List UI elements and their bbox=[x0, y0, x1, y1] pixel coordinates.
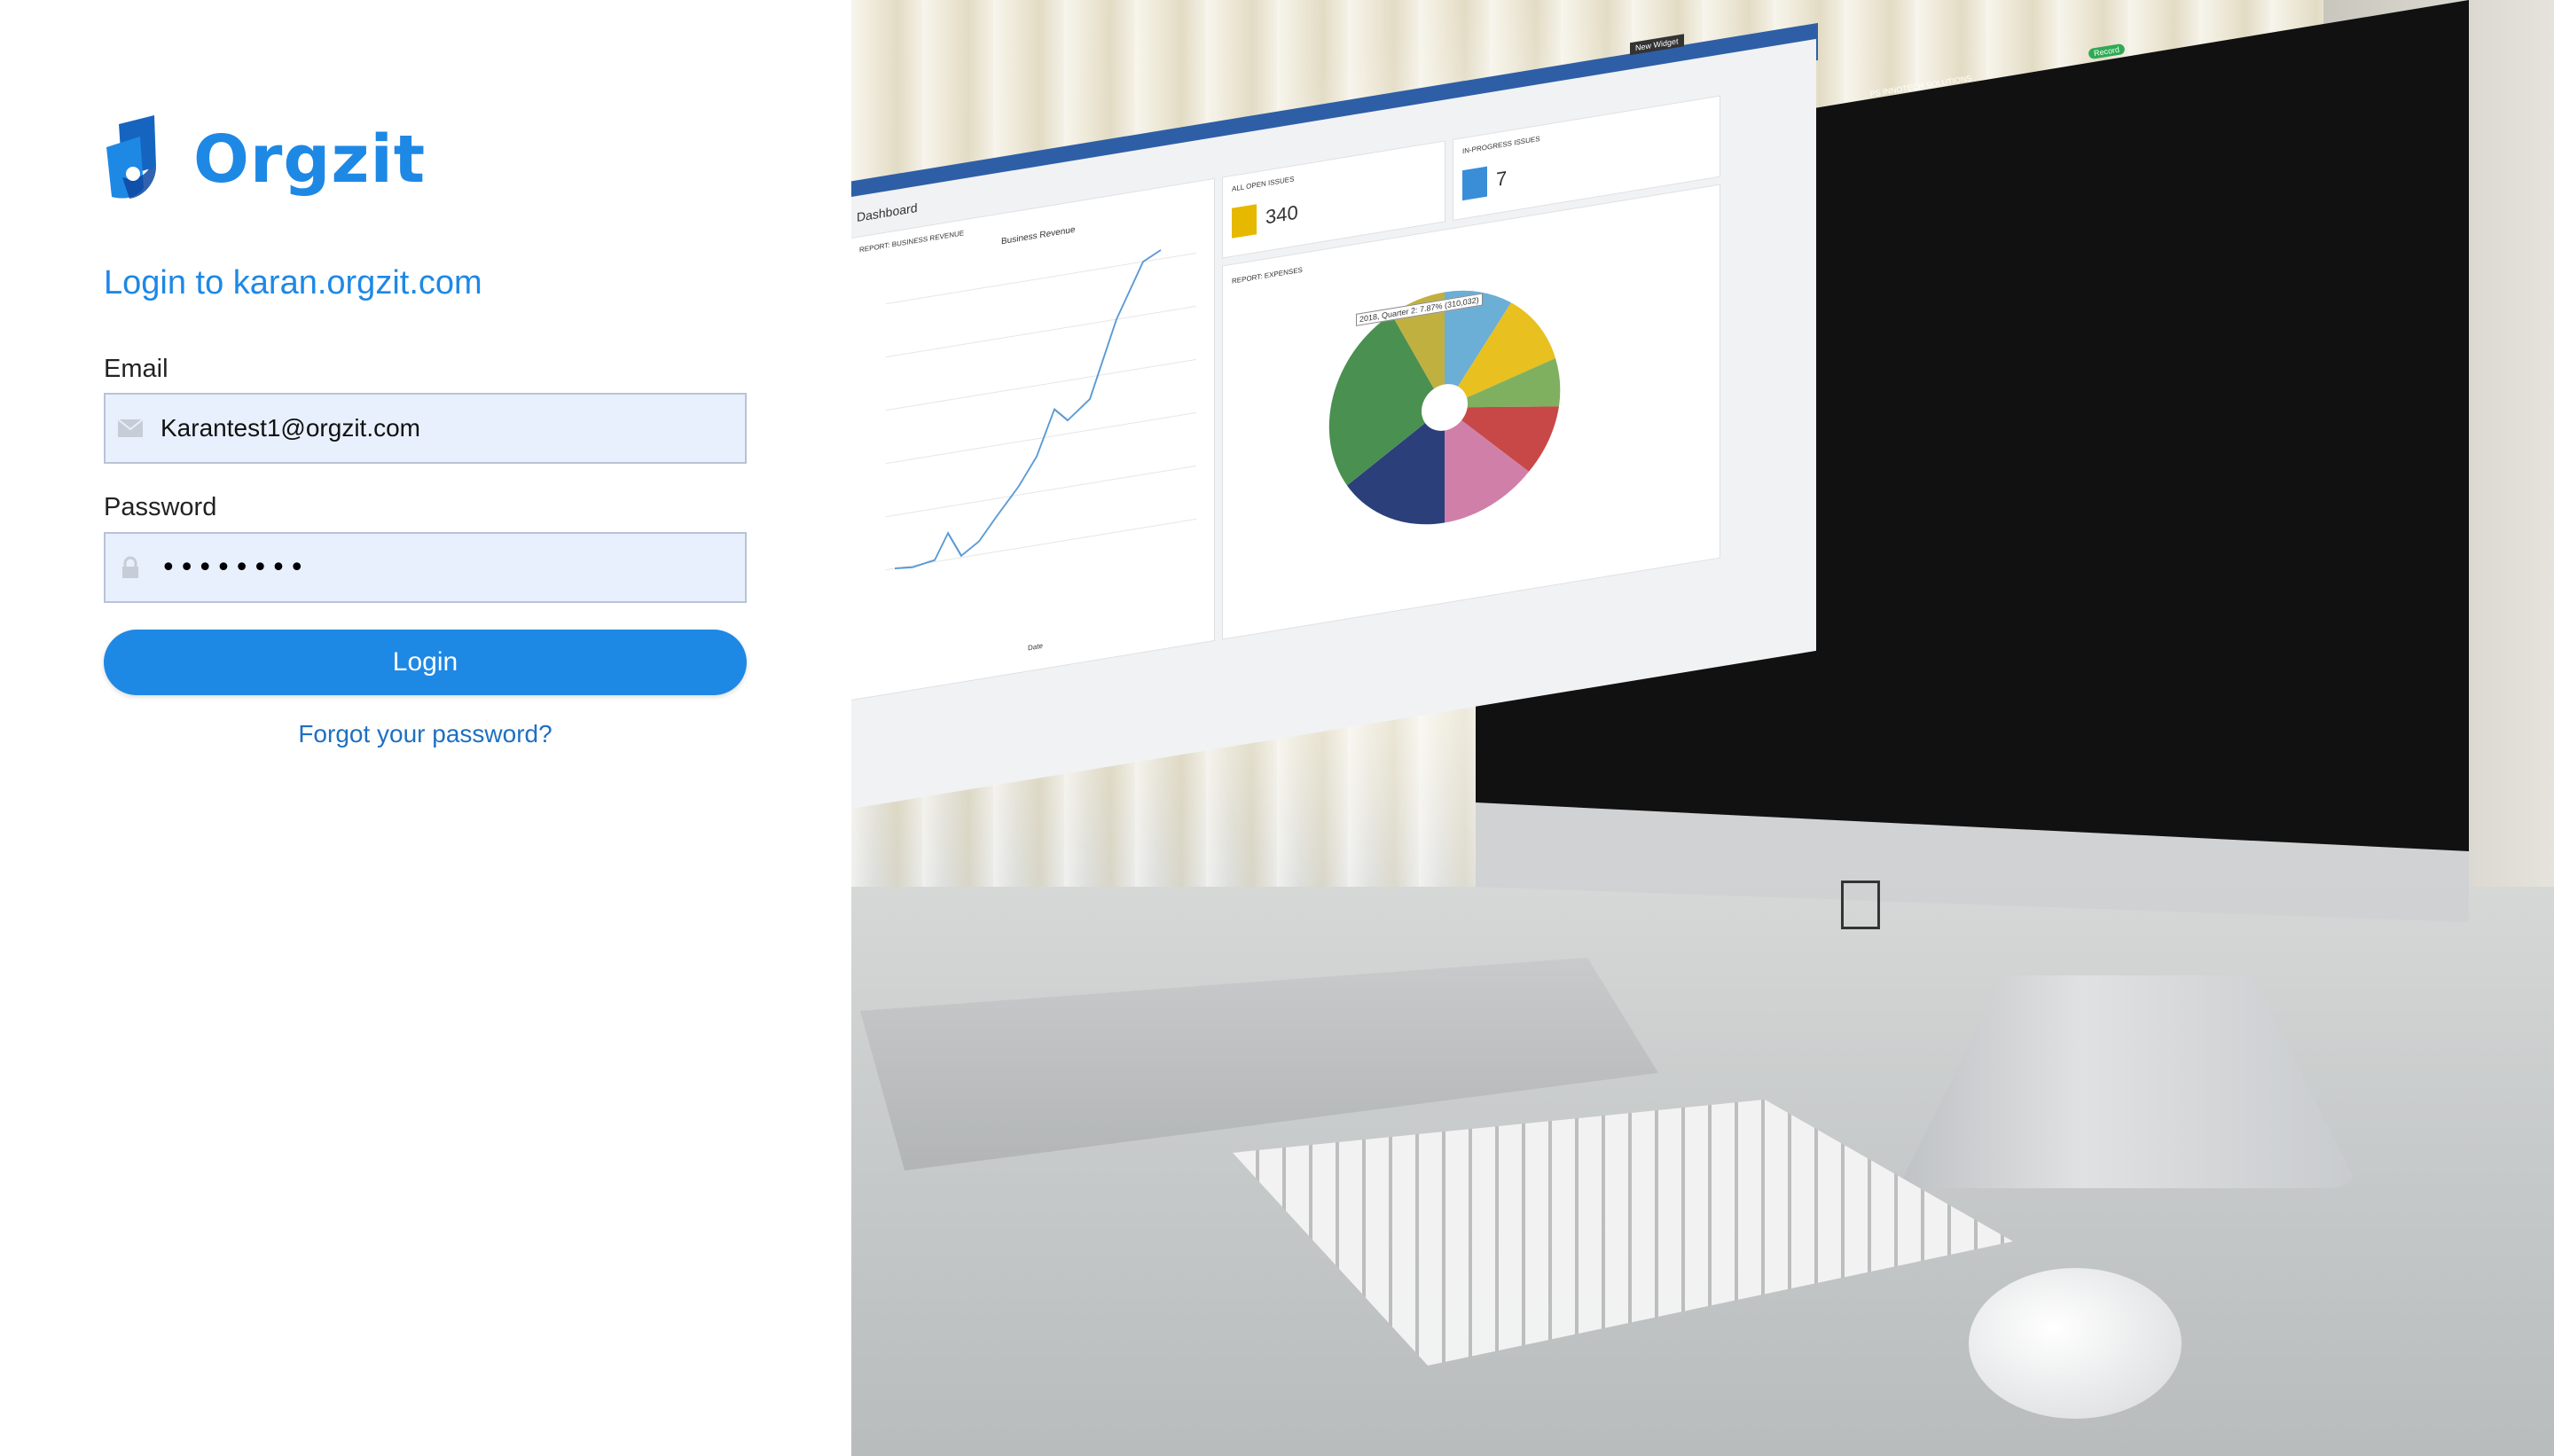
screen-inprogress-icon bbox=[1462, 166, 1487, 201]
screen-inprogress-value: 7 bbox=[1496, 166, 1508, 191]
screen-inprogress-label: IN-PROGRESS ISSUES bbox=[1462, 134, 1540, 156]
screen-open-issues-icon bbox=[1232, 204, 1257, 239]
brand-logo[interactable]: Orgzit bbox=[103, 114, 427, 205]
screen-revenue-label: REPORT: BUSINESS REVENUE bbox=[859, 229, 965, 254]
forgot-password-link[interactable]: Forgot your password? bbox=[104, 720, 747, 748]
mouse bbox=[1969, 1268, 2182, 1419]
lock-icon bbox=[116, 556, 145, 579]
email-value: Karantest1@orgzit.com bbox=[161, 414, 420, 442]
email-field[interactable]: Karantest1@orgzit.com bbox=[104, 393, 747, 464]
apple-logo-icon:  bbox=[1834, 865, 1887, 946]
password-value: •••••••• bbox=[161, 552, 308, 583]
screen-revenue-line bbox=[886, 249, 1196, 571]
password-label: Password bbox=[104, 493, 217, 521]
screen-open-issues-label: ALL OPEN ISSUES bbox=[1232, 175, 1295, 193]
hero-photo:  Dashboard REPORT: BUSINESS REVENUE Bus… bbox=[851, 0, 2554, 1456]
login-button[interactable]: Login bbox=[104, 630, 747, 695]
login-panel: Orgzit Login to karan.orgzit.com Email K… bbox=[0, 0, 851, 1456]
brand-name: Orgzit bbox=[193, 121, 427, 198]
password-field[interactable]: •••••••• bbox=[104, 532, 747, 603]
screen-revenue-card: REPORT: BUSINESS REVENUE Business Revenu… bbox=[851, 177, 1215, 701]
screen-open-issues-value: 340 bbox=[1265, 200, 1298, 229]
login-heading: Login to karan.orgzit.com bbox=[104, 264, 482, 301]
orgzit-logo-icon bbox=[103, 114, 174, 205]
email-label: Email bbox=[104, 355, 168, 383]
screen-dashboard-title: Dashboard bbox=[857, 200, 918, 225]
screen-expenses-label: REPORT: EXPENSES bbox=[1232, 265, 1303, 286]
envelope-icon bbox=[116, 419, 145, 438]
screen-expenses-card: REPORT: EXPENSES 2018, Quarter 2: 7.87% … bbox=[1222, 184, 1720, 640]
